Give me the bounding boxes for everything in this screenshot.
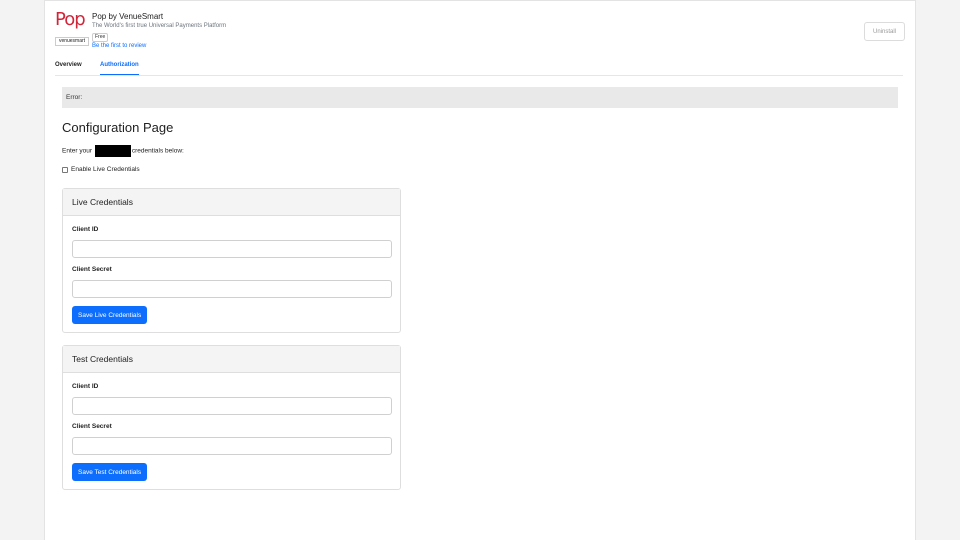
redacted-block bbox=[94, 145, 131, 157]
save-test-credentials-button[interactable]: Save Test Credentials bbox=[72, 463, 148, 481]
logo-pop-text: Pop bbox=[55, 9, 86, 30]
page-background-right bbox=[916, 0, 960, 540]
live-credentials-header: Live Credentials bbox=[63, 189, 400, 216]
test-credentials-card: Test Credentials Client ID Client Secret… bbox=[62, 345, 401, 490]
enable-live-label: Enable Live Credentials bbox=[71, 166, 140, 173]
test-client-id-input[interactable] bbox=[72, 397, 392, 415]
test-client-secret-input[interactable] bbox=[72, 437, 392, 455]
tab-bar: Overview Authorization bbox=[55, 61, 903, 76]
test-client-secret-label: Client Secret bbox=[72, 423, 112, 430]
error-alert: Error: bbox=[62, 87, 898, 108]
enable-live-checkbox[interactable] bbox=[62, 166, 68, 173]
live-client-id-label: Client ID bbox=[72, 226, 99, 233]
app-subtitle: The World's first true Universal Payment… bbox=[92, 23, 227, 29]
save-live-credentials-button[interactable]: Save Live Credentials bbox=[72, 306, 148, 324]
test-client-id-label: Client ID bbox=[72, 383, 99, 390]
app-logo: Pop venuesmart bbox=[55, 10, 89, 50]
logo-venuesmart-text: venuesmart bbox=[55, 37, 89, 46]
enable-live-credentials-row[interactable]: Enable Live Credentials bbox=[62, 166, 140, 173]
review-link[interactable]: Be the first to review bbox=[92, 43, 146, 49]
instructions-suffix: credentials below: bbox=[131, 147, 184, 155]
tab-overview[interactable]: Overview bbox=[55, 62, 82, 75]
uninstall-button[interactable]: Uninstall bbox=[864, 22, 905, 41]
credentials-instructions: Enter your credentials below: bbox=[62, 145, 184, 157]
test-credentials-header: Test Credentials bbox=[63, 346, 400, 373]
live-client-id-input[interactable] bbox=[72, 240, 392, 258]
live-client-secret-input[interactable] bbox=[72, 280, 392, 298]
price-badge: Free bbox=[92, 33, 109, 42]
app-name: Pop by VenueSmart bbox=[92, 12, 164, 21]
live-client-secret-label: Client Secret bbox=[72, 266, 112, 273]
page-background-left bbox=[0, 0, 44, 540]
live-credentials-card: Live Credentials Client ID Client Secret… bbox=[62, 188, 401, 333]
instructions-prefix: Enter your bbox=[62, 147, 92, 155]
page-title: Configuration Page bbox=[62, 120, 174, 135]
tab-authorization[interactable]: Authorization bbox=[100, 62, 139, 75]
